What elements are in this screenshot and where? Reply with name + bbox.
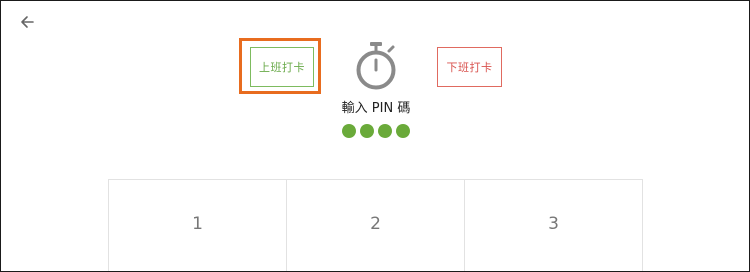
pin-dot [360, 124, 374, 138]
back-button[interactable] [18, 12, 38, 32]
arrow-left-icon [21, 16, 34, 28]
stopwatch-icon [356, 42, 396, 90]
pin-keypad: 1 2 3 [108, 179, 643, 271]
pin-dot [378, 124, 392, 138]
keypad-key-3[interactable]: 3 [465, 180, 643, 271]
pin-dot [342, 124, 356, 138]
clock-in-button[interactable]: 上班打卡 [250, 47, 314, 87]
keypad-key-2[interactable]: 2 [287, 180, 465, 271]
pin-prompt: 輸入 PIN 碼 [341, 101, 411, 116]
keypad-key-1[interactable]: 1 [109, 180, 287, 271]
pin-indicator [342, 124, 410, 138]
app-frame: 上班打卡 下班打卡 輸入 PIN 碼 1 2 3 [0, 0, 750, 272]
pin-dot [396, 124, 410, 138]
clock-out-button[interactable]: 下班打卡 [437, 47, 502, 87]
